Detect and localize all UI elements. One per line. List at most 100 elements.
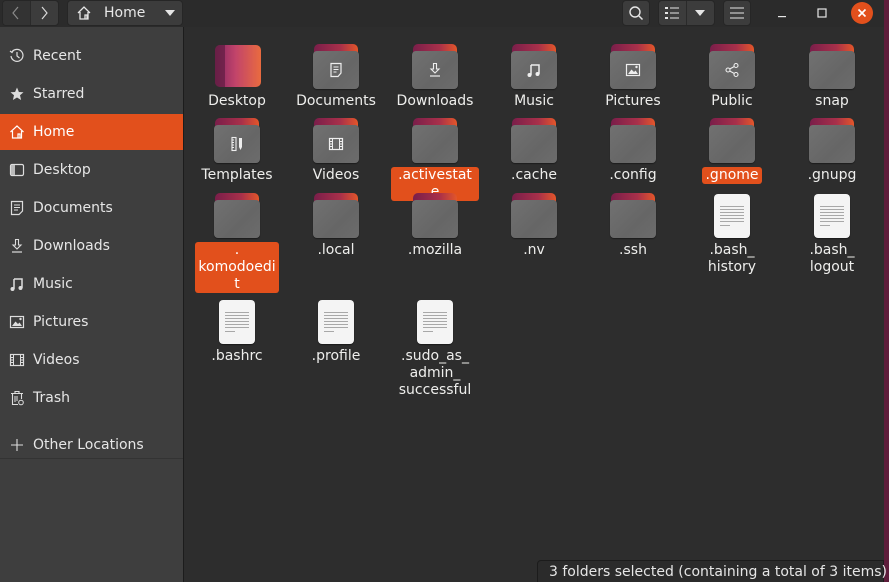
folder-icon: [510, 192, 558, 240]
minimize-button[interactable]: [771, 2, 793, 24]
file-item[interactable]: Desktop: [191, 43, 283, 110]
file-item[interactable]: Public: [686, 43, 778, 110]
folder-icon: [312, 192, 360, 240]
file-item[interactable]: .mozilla: [389, 192, 481, 259]
chevron-down-icon: [695, 10, 706, 16]
hamburger-menu-icon: [730, 7, 744, 19]
file-name: .nv: [523, 242, 545, 258]
file-name: .ssh: [619, 242, 647, 258]
forward-icon: [41, 6, 49, 20]
file-item[interactable]: .local: [290, 192, 382, 259]
file-name: .bash_ logout: [809, 242, 855, 275]
file-item[interactable]: Downloads: [389, 43, 481, 110]
header-bar: Home: [0, 0, 884, 27]
sidebar-item-documents[interactable]: Documents: [0, 190, 183, 226]
sidebar-item-downloads[interactable]: Downloads: [0, 228, 183, 264]
plus-icon: [9, 437, 25, 453]
chevron-down-icon[interactable]: [165, 10, 176, 16]
sidebar-item-label: Videos: [33, 352, 80, 368]
folder-icon: [213, 192, 261, 240]
file-item[interactable]: .gnome: [686, 117, 778, 184]
folder-icon: [808, 117, 856, 165]
file-item[interactable]: Videos: [290, 117, 382, 184]
file-item[interactable]: Templates: [191, 117, 283, 184]
sidebar-top: [0, 27, 183, 36]
forward-button[interactable]: [31, 1, 58, 25]
file-name: Music: [514, 93, 554, 109]
desktop-folder-icon: [213, 43, 261, 91]
home-icon: [9, 124, 25, 140]
folder-icon: [708, 43, 756, 91]
path-bar-home[interactable]: Home: [67, 0, 183, 26]
file-item[interactable]: .ssh: [587, 192, 679, 259]
sidebar: Recent Starred Home Desktop Documents Do…: [0, 36, 183, 582]
sidebar-item-label: Music: [33, 276, 73, 292]
sidebar-item-desktop[interactable]: Desktop: [0, 152, 183, 188]
file-item[interactable]: .bash_ history: [686, 192, 778, 276]
file-item[interactable]: snap: [786, 43, 878, 110]
file-item[interactable]: Pictures: [587, 43, 679, 110]
sidebar-item-pictures[interactable]: Pictures: [0, 304, 183, 340]
file-item[interactable]: .cache: [488, 117, 580, 184]
sidebar-item-label: Downloads: [33, 238, 110, 254]
search-button[interactable]: [622, 0, 650, 26]
film-icon: [9, 352, 25, 368]
status-text: 3 folders selected (containing a total o…: [549, 563, 887, 580]
sidebar-item-other-locations[interactable]: Other Locations: [0, 427, 183, 463]
music-icon: [526, 62, 542, 78]
file-name: .gnome: [702, 167, 762, 184]
sidebar-item-recent[interactable]: Recent: [0, 38, 183, 74]
file-name: Videos: [312, 167, 360, 183]
maximize-button[interactable]: [811, 2, 833, 24]
text-file-icon: [213, 298, 261, 346]
file-item[interactable]: .gnupg: [786, 117, 878, 184]
file-item[interactable]: .nv: [488, 192, 580, 259]
folder-icon: [808, 43, 856, 91]
file-item[interactable]: Music: [488, 43, 580, 110]
list-view-button[interactable]: [659, 1, 687, 25]
file-item[interactable]: Documents: [290, 43, 382, 110]
desktop-icon: [9, 162, 25, 178]
file-item[interactable]: .activestate: [389, 117, 481, 201]
folder-icon: [708, 117, 756, 165]
close-button[interactable]: [851, 2, 873, 24]
file-name: Public: [711, 93, 753, 109]
sidebar-item-home[interactable]: Home: [0, 114, 183, 150]
folder-icon: [510, 43, 558, 91]
file-name: .config: [609, 167, 657, 183]
text-file-icon: [312, 298, 360, 346]
file-view[interactable]: Desktop Documents Downloads Music Pictures Pu…: [184, 27, 884, 582]
folder-icon: [312, 117, 360, 165]
file-name: Documents: [296, 93, 376, 109]
navigation-buttons: [2, 0, 59, 26]
back-button[interactable]: [3, 1, 31, 25]
folder-icon: [609, 117, 657, 165]
window-edge: [884, 0, 889, 582]
minimize-icon: [778, 16, 786, 18]
picture-icon: [625, 62, 641, 78]
sidebar-item-label: Pictures: [33, 314, 89, 330]
file-item[interactable]: .bashrc: [191, 298, 283, 365]
maximize-icon: [817, 8, 827, 18]
sidebar-item-music[interactable]: Music: [0, 266, 183, 302]
file-name: .profile: [311, 348, 361, 364]
sidebar-item-label: Recent: [33, 48, 82, 64]
folder-icon: [510, 117, 558, 165]
main-menu-button[interactable]: [723, 0, 751, 26]
view-options-button[interactable]: [687, 1, 714, 25]
sidebar-item-videos[interactable]: Videos: [0, 342, 183, 378]
path-bar-label: Home: [104, 5, 146, 21]
file-item[interactable]: .config: [587, 117, 679, 184]
file-item[interactable]: .sudo_as_ admin_ successful: [389, 298, 481, 399]
text-file-icon: [708, 192, 756, 240]
picture-icon: [9, 314, 25, 330]
sidebar-item-starred[interactable]: Starred: [0, 76, 183, 112]
file-name: .local: [317, 242, 355, 258]
file-item[interactable]: .bash_ logout: [786, 192, 878, 276]
sidebar-item-trash[interactable]: Trash: [0, 380, 183, 416]
sidebar-item-label: Trash: [33, 390, 70, 406]
document-icon: [9, 200, 25, 216]
file-item[interactable]: . komodoedi t: [191, 192, 283, 293]
file-item[interactable]: .profile: [290, 298, 382, 365]
sidebar-item-label: Home: [33, 124, 75, 140]
